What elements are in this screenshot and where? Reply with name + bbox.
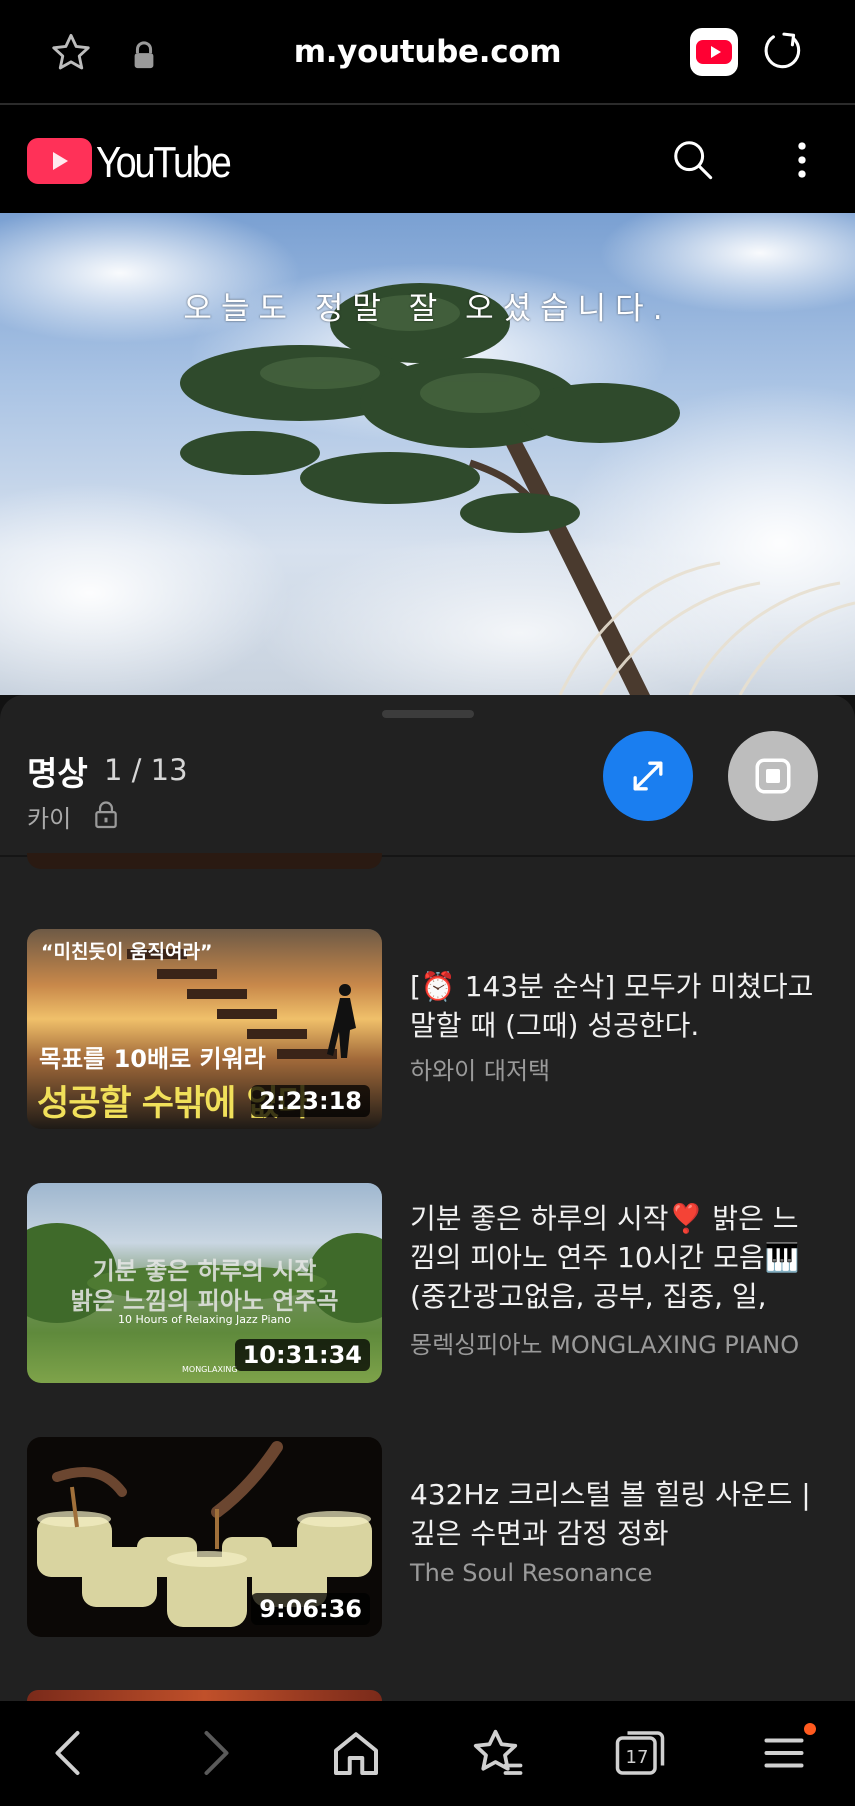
notification-dot: [804, 1723, 816, 1735]
thumb-quote: “미친듯이 움직여라”: [41, 941, 213, 963]
forward-icon[interactable]: [184, 1723, 244, 1783]
playlist-item[interactable]: “미친듯이 움직여라” 목표를 10배로 키워라 성공할 수밖에 없다 2:23…: [0, 929, 855, 1129]
channel-name[interactable]: The Soul Resonance: [410, 1559, 652, 1587]
video-title[interactable]: 432Hz 크리스털 볼 힐링 사운드 | 깊은 수면과 감정 정화: [410, 1475, 820, 1553]
youtube-logo-icon[interactable]: [27, 138, 92, 184]
private-lock-icon: [95, 801, 117, 829]
duration-badge: 2:23:18: [251, 1085, 370, 1117]
back-icon[interactable]: [40, 1723, 100, 1783]
youtube-header: YouTube: [0, 105, 855, 213]
video-thumbnail[interactable]: “미친듯이 움직여라” 목표를 10배로 키워라 성공할 수밖에 없다 2:23…: [27, 929, 382, 1129]
video-thumbnail[interactable]: 9:06:36: [27, 1437, 382, 1637]
tab-count: 17: [625, 1747, 649, 1768]
video-thumbnail[interactable]: 기분 좋은 하루의 시작 밝은 느낌의 피아노 연주곡 10 Hours of …: [27, 1183, 382, 1383]
video-title[interactable]: 기분 좋은 하루의 시작❣️ 밝은 느낌의 피아노 연주 10시간 모음🎹 (중…: [410, 1199, 820, 1316]
bookmarks-icon[interactable]: [468, 1723, 528, 1783]
playlist-item[interactable]: 9:06:36 432Hz 크리스털 볼 힐링 사운드 | 깊은 수면과 감정 …: [0, 1437, 855, 1637]
thumb-subtitle: 목표를 10배로 키워라: [39, 1045, 266, 1073]
video-title[interactable]: [⏰ 143분 순삭] 모두가 미쳤다고 말할 때 (그때) 성공한다.: [410, 967, 820, 1045]
duration-badge: 10:31:34: [234, 1339, 370, 1371]
previous-item-thumbnail[interactable]: [27, 853, 382, 869]
playlist-panel: 명상 1 / 13 카이 “미친듯이 움직여라” 목표를 10배로 키워라 성공…: [0, 695, 855, 1701]
stop-icon: [755, 758, 791, 794]
reload-icon[interactable]: [760, 28, 806, 74]
more-options-icon[interactable]: [786, 139, 818, 181]
browser-bottom-nav: 17: [0, 1701, 855, 1806]
playlist-title: 명상: [27, 754, 88, 793]
thumb-brand: MONGLAXING: [182, 1365, 238, 1374]
playlist-position: 1 / 13: [104, 753, 188, 787]
thumb-title-2: 밝은 느낌의 피아노 연주곡: [70, 1287, 339, 1315]
channel-name[interactable]: 하와이 대저택: [410, 1051, 550, 1086]
stop-popup-button[interactable]: [728, 731, 818, 821]
youtube-wordmark[interactable]: YouTube: [96, 138, 232, 188]
playlist-owner[interactable]: 카이: [27, 799, 71, 834]
expand-arrows-icon: [633, 761, 663, 791]
playlist-item[interactable]: 기분 좋은 하루의 시작 밝은 느낌의 피아노 연주곡 10 Hours of …: [0, 1183, 855, 1383]
tabs-button[interactable]: 17: [610, 1723, 670, 1783]
search-icon[interactable]: [670, 137, 716, 183]
drag-handle[interactable]: [382, 710, 474, 718]
expand-button[interactable]: [603, 731, 693, 821]
thumb-english-subtitle: 10 Hours of Relaxing Jazz Piano: [118, 1313, 291, 1326]
channel-name[interactable]: 몽렉싱피아노 MONGLAXING PIANO: [410, 1325, 799, 1360]
video-player[interactable]: 오늘도 정말 잘 오셨습니다.: [0, 213, 855, 695]
next-item-thumbnail[interactable]: [27, 1690, 382, 1701]
duration-badge: 9:06:36: [251, 1593, 370, 1625]
browser-address-bar: m.youtube.com: [0, 0, 855, 105]
home-icon[interactable]: [326, 1723, 386, 1783]
video-caption: 오늘도 정말 잘 오셨습니다.: [183, 291, 672, 327]
youtube-app-icon[interactable]: [690, 28, 738, 76]
